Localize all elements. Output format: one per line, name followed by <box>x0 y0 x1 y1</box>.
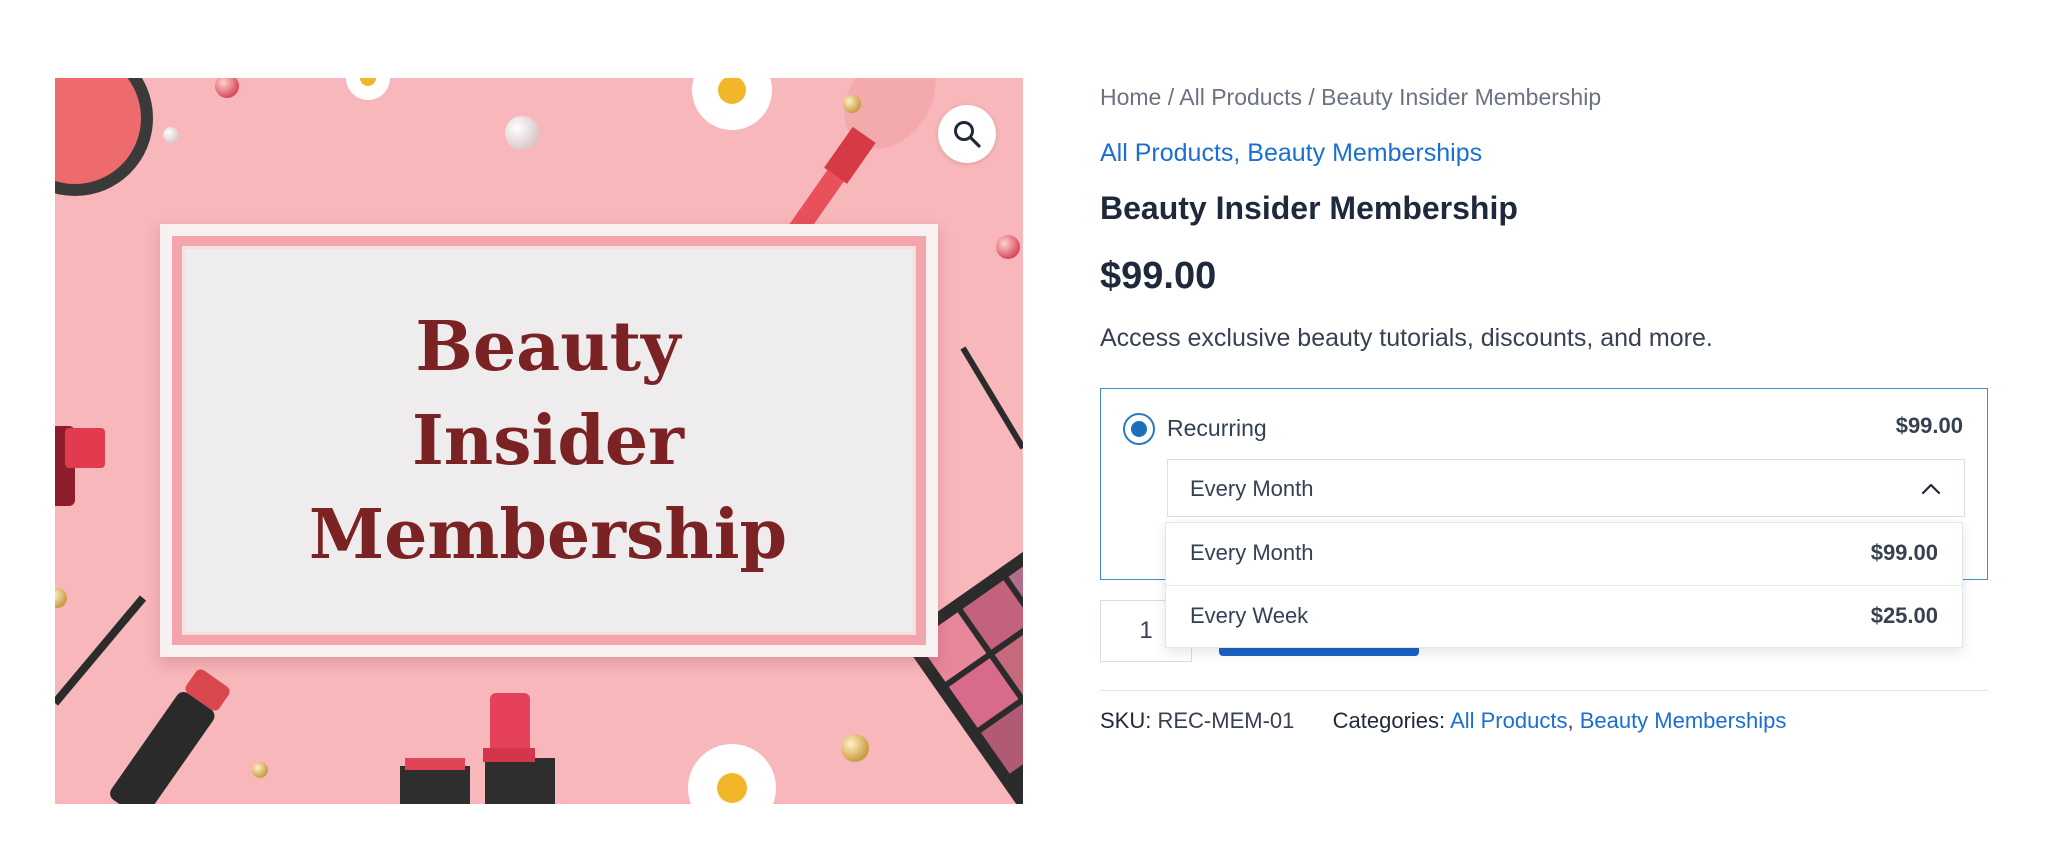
breadcrumb-all-products[interactable]: All Products <box>1179 84 1302 110</box>
breadcrumb-current: Beauty Insider Membership <box>1321 84 1602 110</box>
dropdown-option-every-month[interactable]: Every Month $99.00 <box>1166 523 1962 586</box>
billing-interval-dropdown: Every Month $99.00 Every Week $25.00 <box>1165 522 1963 648</box>
category-link-beauty-memberships[interactable]: Beauty Memberships <box>1247 139 1482 167</box>
product-title: Beauty Insider Membership <box>1100 190 1518 226</box>
product-image[interactable]: Beauty Insider Membership <box>55 78 1023 804</box>
sku-value: REC-MEM-01 <box>1157 708 1295 733</box>
category-links: All Products, Beauty Memberships <box>1100 139 1483 167</box>
dropdown-option-every-week[interactable]: Every Week $25.00 <box>1166 586 1962 648</box>
divider <box>1100 690 1988 691</box>
breadcrumb: Home / All Products / Beauty Insider Mem… <box>1100 84 1601 111</box>
magnifier-icon <box>954 121 981 148</box>
image-title-line: Membership <box>308 494 788 575</box>
option-label: Every Week <box>1190 603 1309 628</box>
category-link-all-products[interactable]: All Products <box>1100 139 1233 167</box>
image-title-line: Beauty <box>415 306 681 387</box>
chevron-up-icon <box>1921 483 1941 495</box>
option-price: $99.00 <box>1870 540 1938 565</box>
option-price: $25.00 <box>1870 603 1938 628</box>
sku-label: SKU: <box>1100 708 1152 733</box>
select-value: Every Month <box>1190 476 1314 501</box>
option-label: Every Month <box>1190 540 1314 565</box>
billing-interval-select[interactable]: Every Month <box>1167 459 1965 517</box>
breadcrumb-separator: / <box>1167 84 1175 110</box>
plan-radio[interactable] <box>1123 413 1155 445</box>
meta-category-beauty-memberships[interactable]: Beauty Memberships <box>1580 708 1787 733</box>
categories-label: Categories: <box>1332 708 1446 733</box>
product-price: $99.00 <box>1100 255 1217 297</box>
meta-category-all-products[interactable]: All Products <box>1450 708 1567 733</box>
breadcrumb-separator: / <box>1308 84 1315 110</box>
image-title: Beauty Insider Membership <box>309 300 787 582</box>
image-title-line: Insider <box>411 400 684 481</box>
breadcrumb-home[interactable]: Home <box>1100 84 1161 110</box>
product-meta: SKU: REC-MEM-01 Categories: All Products… <box>1100 708 1787 733</box>
short-description: Access exclusive beauty tutorials, disco… <box>1100 324 1713 352</box>
plan-price: $99.00 <box>1895 413 1963 438</box>
zoom-button[interactable] <box>938 105 996 163</box>
plan-label: Recurring <box>1167 415 1267 441</box>
membership-card: Beauty Insider Membership <box>160 224 938 657</box>
